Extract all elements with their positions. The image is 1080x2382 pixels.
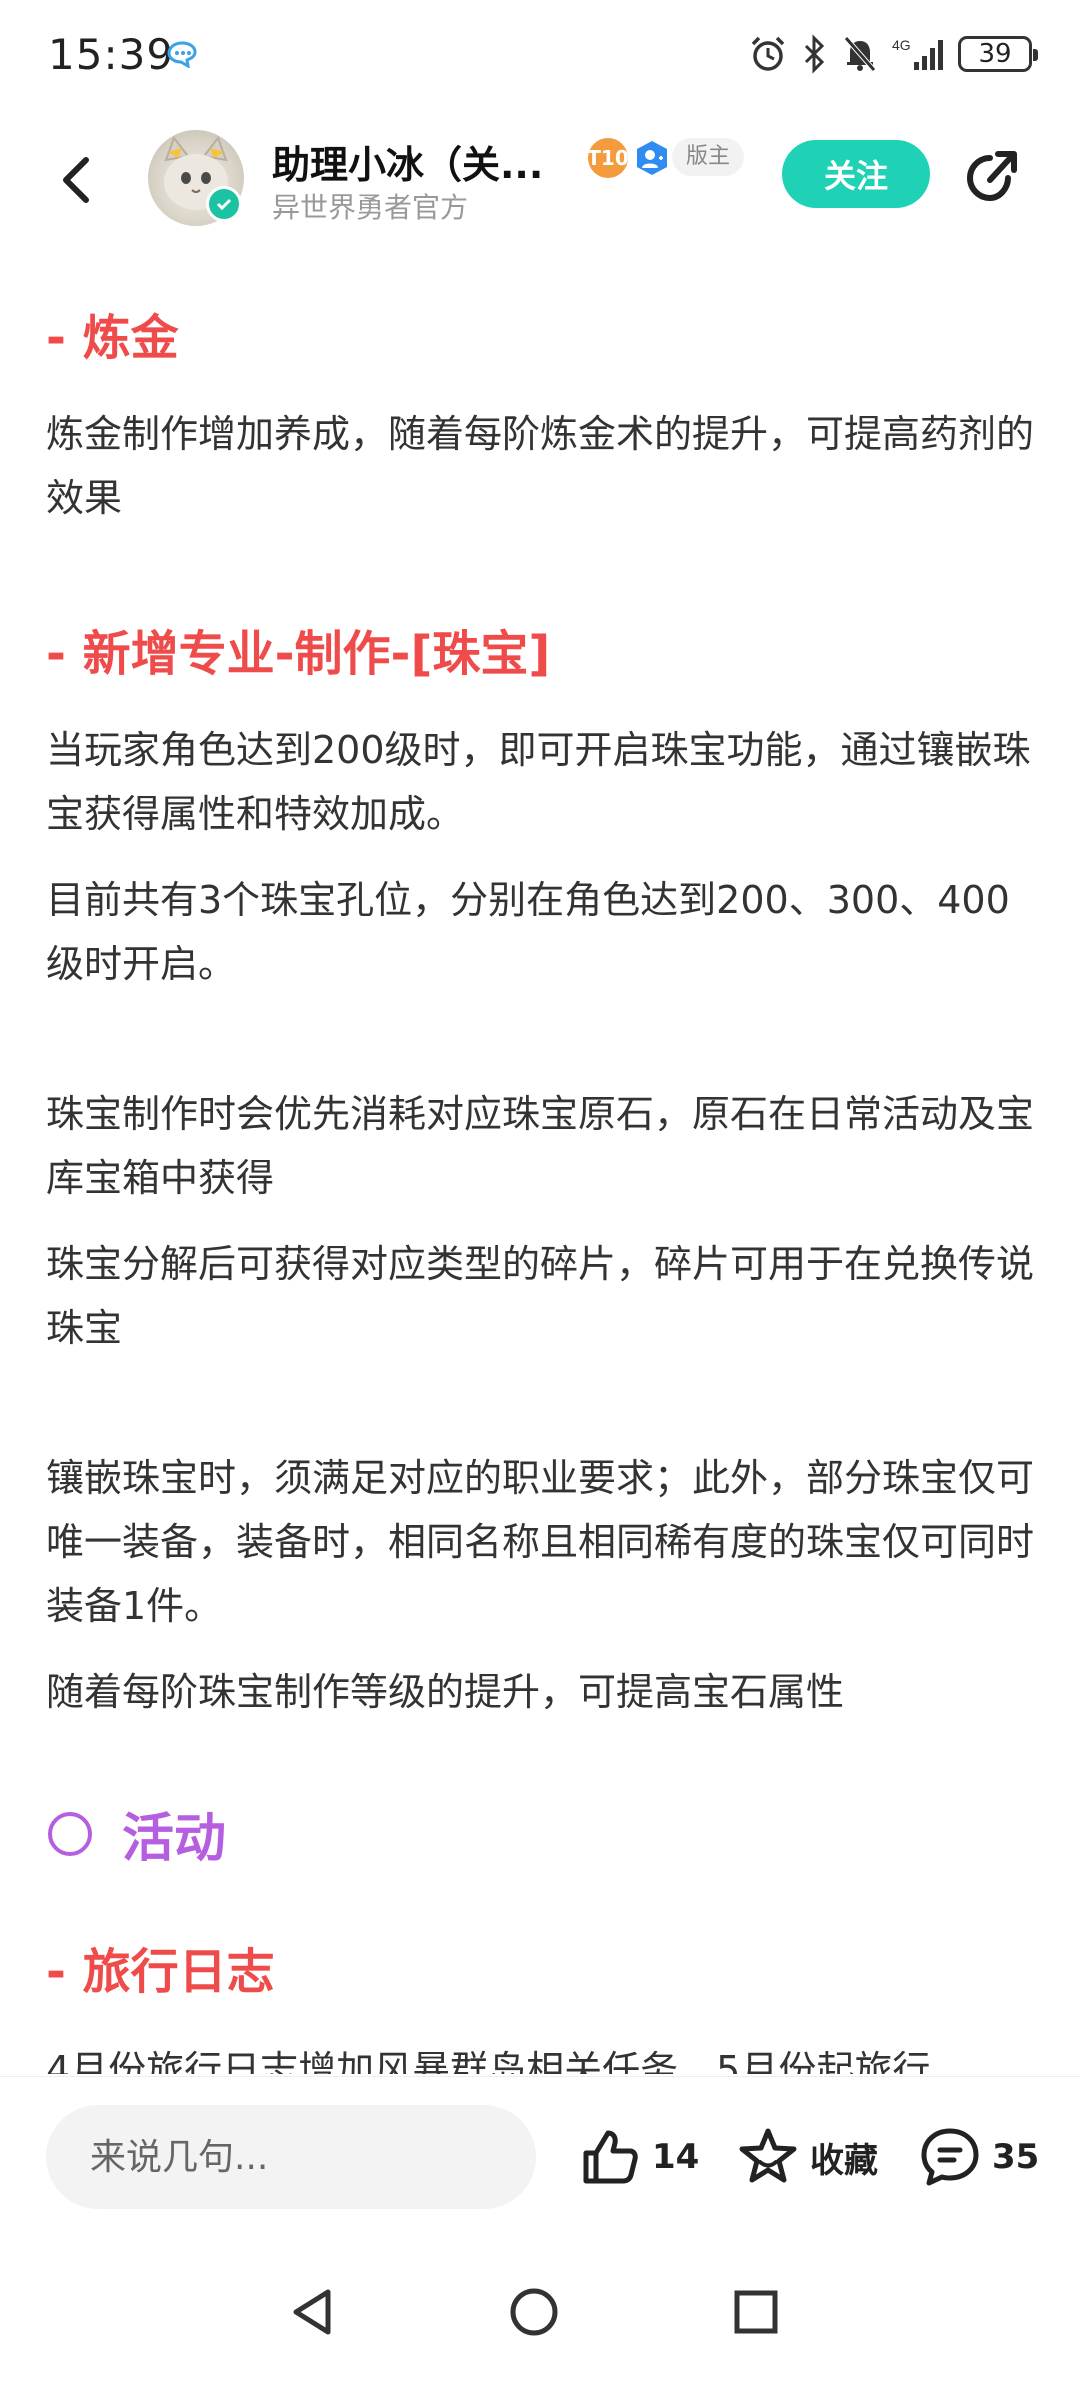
section-heading: - 炼金 (46, 310, 179, 366)
bluetooth-icon (804, 34, 825, 74)
battery-indicator: 39 (958, 36, 1038, 72)
post-content: - 炼金 炼金制作增加养成，随着每阶炼金术的提升，可提高药剂的效果 - 新增专业… (46, 290, 1036, 1724)
nav-recents-icon[interactable] (728, 2284, 784, 2340)
bottom-action-bar: 14 收藏 35 (0, 2076, 1080, 2236)
paragraph: 4月份旅行日志增加风暴群岛相关任务，5月份起旅行 (46, 2048, 931, 2074)
comments-button[interactable]: 35 (918, 2121, 1039, 2193)
battery-level: 39 (978, 39, 1012, 69)
status-bar: 15:39 4G 39 (0, 0, 1080, 110)
comment-count: 35 (992, 2137, 1040, 2177)
moderator-label: 版主 (672, 138, 745, 176)
nav-home-icon[interactable] (506, 2284, 562, 2340)
thumbs-up-icon (583, 2130, 638, 2184)
section-heading: - 新增专业-制作-[珠宝] (46, 626, 551, 682)
mute-bell-icon (844, 36, 876, 72)
nav-back-icon[interactable] (284, 2284, 340, 2340)
status-time: 15:39 (48, 30, 175, 79)
moderator-shield-icon (637, 141, 667, 175)
alarm-icon (751, 36, 785, 71)
comment-icon (921, 2128, 979, 2186)
paragraph: 炼金制作增加养成，随着每阶炼金术的提升，可提高药剂的效果 (46, 412, 1035, 520)
chat-bubble-icon (167, 41, 197, 68)
paragraph: 珠宝制作时会优先消耗对应珠宝原石，原石在日常活动及宝库宝箱中获得 (46, 1092, 1035, 1200)
paragraph: 目前共有3个珠宝孔位，分别在角色达到200、300、400级时开启。 (46, 878, 1010, 986)
activity-heading: 活动 (48, 1796, 226, 1871)
section-heading: - 旅行日志 (46, 1944, 275, 2000)
paragraph: 镶嵌珠宝时，须满足对应的职业要求；此外，部分珠宝仅可唯一装备，装备时，相同名称且… (46, 1456, 1035, 1628)
comment-input[interactable] (46, 2105, 536, 2209)
paragraph: 珠宝分解后可获得对应类型的碎片，碎片可用于在兑换传说珠宝 (46, 1242, 1035, 1350)
system-nav-bar (0, 2236, 1080, 2382)
star-icon (739, 2128, 797, 2183)
back-arrow-icon[interactable] (48, 148, 104, 212)
share-icon[interactable] (960, 144, 1024, 208)
network-type: 4G (892, 37, 911, 53)
signal-icon: 4G (892, 37, 943, 70)
verified-check-icon (206, 186, 242, 222)
like-button[interactable]: 14 (578, 2121, 699, 2193)
like-count: 14 (652, 2137, 700, 2177)
follow-button[interactable]: 关注 (782, 140, 930, 208)
user-subtitle: 异世界勇者官方 (272, 191, 469, 224)
favorite-label: 收藏 (810, 2140, 878, 2181)
activity-title: 活动 (122, 1809, 227, 1869)
favorite-button[interactable]: 收藏 (736, 2121, 878, 2193)
paragraph: 当玩家角色达到200级时，即可开启珠宝功能，通过镶嵌珠宝获得属性和特效加成。 (46, 728, 1031, 836)
user-name[interactable]: 助理小冰（关... (272, 134, 543, 189)
post-header: 助理小冰（关... 异世界勇者官方 T10 版主 关注 (0, 120, 1080, 240)
circle-bullet-icon (48, 1811, 92, 1856)
paragraph: 随着每阶珠宝制作等级的提升，可提高宝石属性 (46, 1670, 845, 1714)
level-badge: T10 (587, 138, 629, 178)
truncated-paragraph: 4月份旅行日志增加风暴群岛相关任务，5月份起旅行 (46, 2040, 1036, 2074)
